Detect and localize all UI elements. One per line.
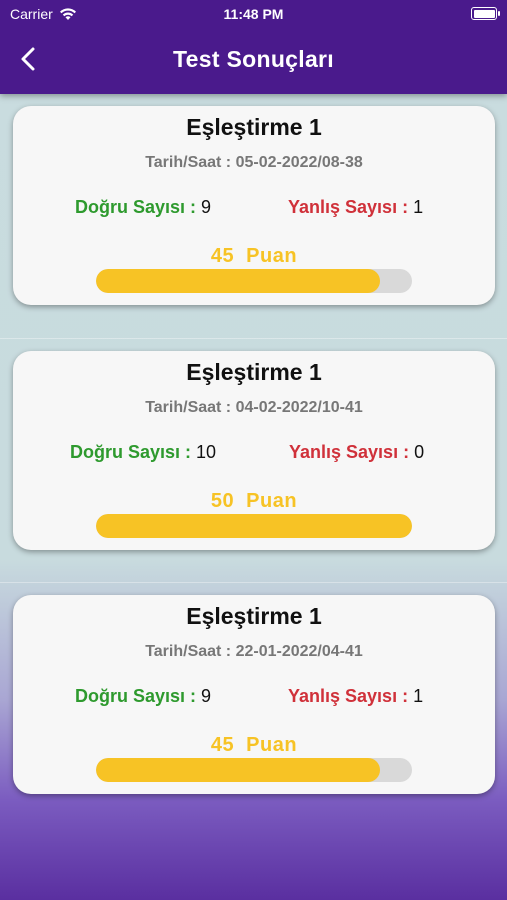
wrong-count: Yanlış Sayısı : 1 — [288, 197, 423, 218]
wrong-value: 1 — [413, 686, 424, 706]
score-label: 50 Puan — [13, 490, 495, 513]
result-card[interactable]: Eşleştirme 1 Tarih/Saat : 04-02-2022/10-… — [13, 351, 495, 550]
result-datetime: Tarih/Saat : 22-01-2022/04-41 — [145, 643, 363, 660]
status-time: 11:48 PM — [223, 6, 284, 22]
score-unit: Puan — [246, 490, 298, 512]
result-card[interactable]: Eşleştirme 1 Tarih/Saat : 22-01-2022/04-… — [13, 595, 495, 794]
correct-value: 9 — [201, 686, 212, 706]
score-progress-bar — [96, 514, 412, 538]
score-value: 45 — [210, 245, 235, 267]
correct-count: Doğru Sayısı : 9 — [75, 686, 211, 707]
score-progress-fill — [96, 758, 381, 782]
score-unit: Puan — [246, 245, 298, 267]
result-datetime: Tarih/Saat : 05-02-2022/08-38 — [145, 154, 363, 171]
result-row: Eşleştirme 1 Tarih/Saat : 04-02-2022/10-… — [0, 338, 507, 583]
battery-icon — [471, 7, 500, 20]
wrong-value: 1 — [413, 197, 424, 217]
wrong-label: Yanlış Sayısı : — [289, 442, 410, 462]
wrong-count: Yanlış Sayısı : 1 — [288, 686, 423, 707]
result-row: Eşleştirme 1 Tarih/Saat : 05-02-2022/08-… — [0, 94, 507, 338]
result-datetime: Tarih/Saat : 04-02-2022/10-41 — [145, 399, 363, 416]
correct-value: 9 — [201, 197, 212, 217]
score-progress-bar — [96, 758, 412, 782]
correct-label: Doğru Sayısı : — [75, 197, 197, 217]
result-card[interactable]: Eşleştirme 1 Tarih/Saat : 05-02-2022/08-… — [13, 106, 495, 305]
result-title: Eşleştirme 1 — [186, 603, 322, 629]
status-bar: Carrier 11:48 PM — [0, 0, 507, 28]
score-value: 45 — [210, 734, 235, 756]
correct-value: 10 — [196, 442, 217, 462]
score-unit: Puan — [246, 734, 298, 756]
top-bar: Carrier 11:48 PM Test Sonuçları — [0, 0, 507, 94]
correct-count: Doğru Sayısı : 9 — [75, 197, 211, 218]
wrong-label: Yanlış Sayısı : — [288, 686, 409, 706]
score-label: 45 Puan — [13, 245, 495, 268]
page-title: Test Sonuçları — [173, 46, 334, 72]
score-value: 50 — [210, 490, 235, 512]
correct-count: Doğru Sayısı : 10 — [70, 442, 216, 463]
wrong-label: Yanlış Sayısı : — [288, 197, 409, 217]
result-title: Eşleştirme 1 — [186, 114, 322, 140]
score-progress-fill — [96, 269, 381, 293]
result-row: Eşleştirme 1 Tarih/Saat : 22-01-2022/04-… — [0, 582, 507, 827]
result-title: Eşleştirme 1 — [186, 359, 322, 385]
wrong-count: Yanlış Sayısı : 0 — [289, 442, 424, 463]
wrong-value: 0 — [414, 442, 425, 462]
nav-bar: Test Sonuçları — [0, 38, 507, 82]
score-progress-fill — [96, 514, 412, 538]
score-label: 45 Puan — [13, 734, 495, 757]
correct-label: Doğru Sayısı : — [75, 686, 197, 706]
score-progress-bar — [96, 269, 412, 293]
correct-label: Doğru Sayısı : — [70, 442, 192, 462]
